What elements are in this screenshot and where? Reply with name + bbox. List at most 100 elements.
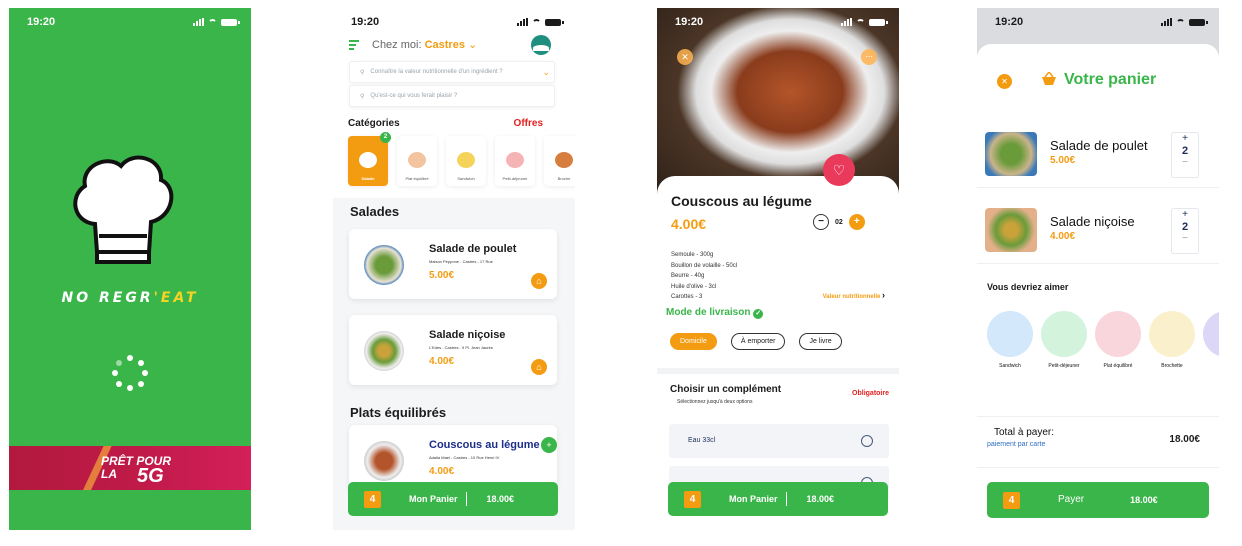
home-screen: 19:20 Chez moi: Castres ⌄ ⚲ Connaître la …	[333, 8, 575, 530]
status-bar: 19:20	[977, 8, 1219, 36]
close-icon[interactable]: ✕	[997, 74, 1012, 89]
avatar[interactable]	[531, 35, 551, 55]
cart-bar-button[interactable]: 4 Mon Panier 18.00€	[668, 482, 888, 516]
rec-label: Sandwich	[999, 363, 1021, 369]
cart-count-badge: 4	[1003, 491, 1020, 509]
cart-total: 18.00€	[806, 494, 835, 504]
rec-image	[1041, 311, 1087, 357]
quantity-stepper[interactable]: − 02 +	[813, 214, 865, 230]
rec-partial[interactable]: P	[1203, 311, 1219, 369]
minus-icon[interactable]: −	[813, 214, 829, 230]
dish-price: 5.00€	[429, 270, 455, 281]
rec-image	[1203, 311, 1219, 357]
location-selector[interactable]: Chez moi: Castres ⌄	[372, 38, 477, 51]
quantity-stepper[interactable]: +2−	[1171, 208, 1199, 254]
cart-count-badge: 4	[364, 490, 381, 508]
dish-title: Salade de poulet	[429, 243, 517, 255]
status-bar: 19:20	[657, 8, 899, 36]
menu-icon[interactable]	[349, 40, 359, 50]
search-input-dish[interactable]: ⚲ Qu'est-ce qui vous ferait plaisir ?	[349, 85, 555, 107]
rec-plat-equilibre[interactable]: Plat équilibré	[1095, 311, 1141, 369]
category-plat-equilibre[interactable]: Plat équilibré	[397, 136, 437, 186]
obligatoire-label: Obligatoire	[852, 390, 889, 397]
minus-icon[interactable]: −	[1172, 233, 1198, 245]
promo-banner[interactable]: PRÊT POUR LA 5G	[9, 446, 251, 490]
add-to-basket-icon[interactable]: ⌂	[531, 273, 547, 289]
dish-title: Couscous au légume	[671, 193, 812, 209]
cart-title: Votre panier	[1064, 71, 1157, 88]
search-input-nutrition[interactable]: ⚲ Connaître la valeur nutritionnelle d'un…	[349, 61, 555, 83]
status-icons	[193, 18, 240, 26]
item-image	[985, 208, 1037, 252]
quantity-stepper[interactable]: +2−	[1171, 132, 1199, 178]
cart-count-badge: 4	[684, 490, 701, 508]
payment-method[interactable]: paiement par carte	[987, 441, 1045, 448]
dish-price: 4.00€	[671, 216, 707, 232]
delivery-mode-options: Domicile À emporter Je livre	[670, 333, 842, 350]
minus-icon[interactable]: −	[1172, 157, 1198, 169]
radio-button[interactable]	[861, 435, 873, 447]
rec-petit-dejeuner[interactable]: Petit-déjeuner	[1041, 311, 1087, 369]
mode-je-livre[interactable]: Je livre	[799, 333, 842, 350]
dish-card[interactable]: Salade niçoise L'Edes - Castres - 9 Pl. …	[349, 315, 557, 385]
ingredients-list: Semoule - 300g Bouillon de volaille - 50…	[671, 250, 737, 303]
category-badge: 2	[380, 132, 391, 143]
plus-icon[interactable]: +	[1172, 133, 1198, 145]
dish-image	[364, 331, 404, 371]
splash-screen: 19:20 NO REGR'EAT PRÊT POUR LA 5G	[9, 8, 251, 530]
mode-emporter[interactable]: À emporter	[730, 333, 786, 350]
cart-screen: 19:20 ✕ Votre panier Salade de poulet 5.…	[977, 8, 1219, 530]
pay-button[interactable]: 4 Payer 18.00€	[987, 482, 1209, 518]
promo-5g: 5G	[137, 465, 164, 487]
category-salade[interactable]: 2 Salade	[348, 132, 391, 186]
cart-bar-button[interactable]: 4 Mon Panier 18.00€	[348, 482, 558, 516]
plus-icon[interactable]: +	[848, 214, 865, 230]
search-placeholder-1: Connaître la valeur nutritionnelle d'un …	[370, 69, 503, 75]
chevron-down-icon: ⌄	[468, 39, 478, 51]
close-icon[interactable]: ✕	[677, 49, 693, 65]
status-icons	[517, 18, 564, 26]
favorite-heart-icon[interactable]: ♡	[823, 154, 855, 186]
dish-image	[364, 441, 404, 481]
rec-label: Brochette	[1161, 363, 1183, 369]
offres-link[interactable]: Offres	[514, 118, 543, 129]
add-icon[interactable]: +	[541, 437, 557, 453]
chef-hat-logo-icon	[73, 155, 174, 264]
check-icon: ✓	[753, 309, 764, 319]
quantity-value: 2	[1181, 221, 1189, 233]
item-image	[985, 132, 1037, 176]
pay-label: Payer	[1058, 494, 1085, 505]
mode-domicile[interactable]: Domicile	[670, 333, 717, 350]
category-petit-dejeuner[interactable]: Petit-déjeuner	[495, 136, 535, 186]
add-to-basket-icon[interactable]: ⌂	[531, 359, 547, 375]
dish-price: 4.00€	[429, 356, 455, 367]
nutrition-link[interactable]: Valeur nutritionnelle ›	[823, 290, 885, 300]
quantity-value: 2	[1181, 145, 1189, 157]
rec-brochette[interactable]: Brochette	[1149, 311, 1195, 369]
plus-icon[interactable]: +	[1172, 209, 1198, 221]
category-sandwich[interactable]: Sandwich	[446, 136, 486, 186]
pay-total: 18.00€	[1130, 495, 1158, 505]
status-time: 19:20	[27, 16, 56, 28]
city-name: Castres	[424, 39, 465, 51]
rec-sandwich[interactable]: Sandwich	[987, 311, 1033, 369]
dish-title: Salade niçoise	[429, 329, 506, 341]
share-icon[interactable]: ⋯	[861, 49, 877, 65]
complement-option[interactable]: Eau 33cl	[669, 424, 889, 458]
promo-line2: LA	[101, 467, 117, 481]
categories-list: 2 Salade Plat équilibré Sandwich Petit-dé…	[348, 132, 575, 186]
status-time: 19:20	[351, 16, 380, 28]
categories-header: Catégories Offres	[348, 118, 543, 129]
ingredient: Semoule - 300g	[671, 252, 714, 258]
total-value: 18.00€	[1169, 434, 1200, 445]
status-icons	[1161, 18, 1208, 26]
option-label: Eau 33cl	[688, 437, 716, 444]
total-row: Total à payer: paiement par carte 18.00€	[977, 416, 1219, 468]
category-label: Petit-déjeuner	[502, 176, 528, 181]
rec-image	[987, 311, 1033, 357]
item-name: Salade de poulet	[1050, 138, 1148, 153]
total-label: Total à payer:	[994, 427, 1055, 438]
dish-card[interactable]: Salade de poulet Maison Peppone - Castre…	[349, 229, 557, 299]
category-brochette[interactable]: Broche	[544, 136, 575, 186]
chevron-right-icon: ›	[882, 290, 885, 300]
